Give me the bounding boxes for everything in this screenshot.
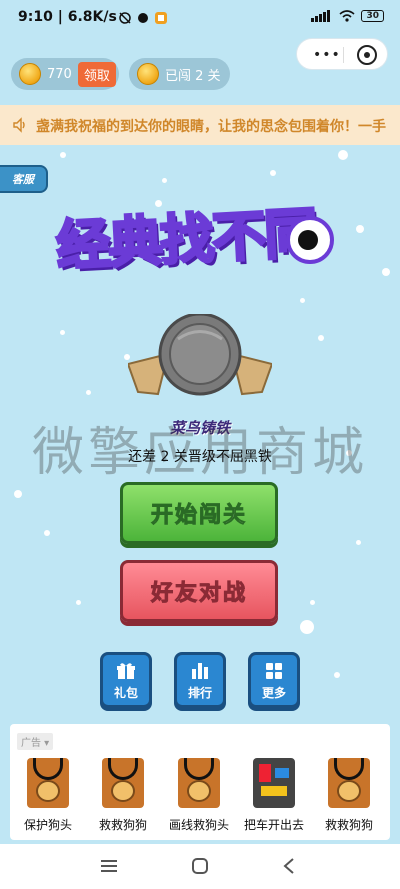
ad-item[interactable]: 画线救狗头	[167, 758, 231, 833]
rank-badge-icon	[128, 314, 272, 396]
capsule-divider	[343, 47, 344, 63]
ranking-label: 排行	[187, 686, 212, 700]
status-time: 9:10 | 6.8K/s	[18, 9, 117, 25]
ad-item-label: 把车开出去	[243, 818, 304, 832]
ad-thumbnail	[178, 758, 220, 808]
ad-item-label: 保护狗头	[23, 818, 72, 832]
gift-icon	[117, 663, 135, 679]
customer-service-button[interactable]: 客服	[0, 165, 48, 193]
ad-item-label: 救救狗狗	[98, 818, 147, 832]
level-pill: 已闯 2 关	[129, 58, 230, 90]
announcement-bar: 盏满我祝福的到达你的眼睛，让我的思念包围着你！一手	[0, 105, 400, 145]
close-target-icon[interactable]	[357, 45, 377, 65]
bar-chart-icon	[192, 663, 208, 679]
alarm-off-icon	[119, 12, 131, 24]
ad-thumbnail	[27, 758, 69, 808]
ad-thumbnail	[102, 758, 144, 808]
ad-item-label: 救救狗狗	[324, 818, 373, 832]
speaker-icon	[13, 117, 25, 133]
signal-icon	[311, 10, 331, 22]
app-notify-icon	[155, 12, 167, 24]
coin-count: 770	[47, 66, 72, 82]
grid-icon	[266, 663, 282, 679]
coin-pill: 770 领取	[11, 58, 119, 90]
gift-button[interactable]: 礼包	[100, 652, 152, 708]
miniprogram-capsule: •••	[296, 38, 388, 70]
coin-icon	[19, 63, 41, 85]
back-icon[interactable]	[282, 857, 296, 875]
more-dots-icon[interactable]: •••	[313, 47, 341, 63]
system-nav-bar	[0, 844, 400, 889]
alipay-icon	[138, 13, 148, 23]
ranking-button[interactable]: 排行	[174, 652, 226, 708]
ad-item[interactable]: 把车开出去	[242, 758, 306, 833]
battery-icon: 30	[361, 10, 384, 22]
ad-panel: 广告 ▾ 保护狗头 救救狗狗 画线救狗头 把车开出去 救救狗狗	[10, 724, 390, 840]
ad-tag-text: 广告	[21, 738, 41, 749]
more-label: 更多	[261, 686, 286, 700]
game-title-text: 经典找不同	[53, 200, 319, 280]
start-game-button[interactable]: 开始闯关	[120, 482, 278, 544]
wifi-icon	[339, 10, 355, 22]
ad-tag[interactable]: 广告 ▾	[17, 733, 54, 750]
level-text: 已闯 2 关	[165, 68, 221, 84]
ad-item[interactable]: 救救狗狗	[317, 758, 381, 833]
rank-hint: 还差 2 关晋级不屈黑铁	[128, 449, 272, 465]
ad-item[interactable]: 救救狗狗	[91, 758, 155, 833]
separator: |	[52, 9, 68, 25]
ad-item[interactable]: 保护狗头	[16, 758, 80, 833]
ad-thumbnail	[253, 758, 295, 808]
gift-label: 礼包	[113, 686, 138, 700]
chevron-down-icon: ▾	[41, 738, 50, 749]
announcement-text: 盏满我祝福的到达你的眼睛，让我的思念包围着你！一手	[36, 119, 386, 135]
menu-icon[interactable]	[100, 858, 118, 874]
ad-item-label: 画线救狗头	[168, 818, 229, 832]
clock-text: 9:10	[18, 9, 53, 25]
medal-icon	[137, 63, 159, 85]
ad-thumbnail	[328, 758, 370, 808]
eye-icon	[286, 216, 334, 264]
more-button[interactable]: 更多	[248, 652, 300, 708]
status-right: 30	[311, 10, 384, 22]
friend-battle-button[interactable]: 好友对战	[120, 560, 278, 622]
network-speed: 6.8K/s	[67, 9, 117, 25]
home-icon[interactable]	[191, 857, 209, 875]
claim-button[interactable]: 领取	[77, 61, 116, 87]
